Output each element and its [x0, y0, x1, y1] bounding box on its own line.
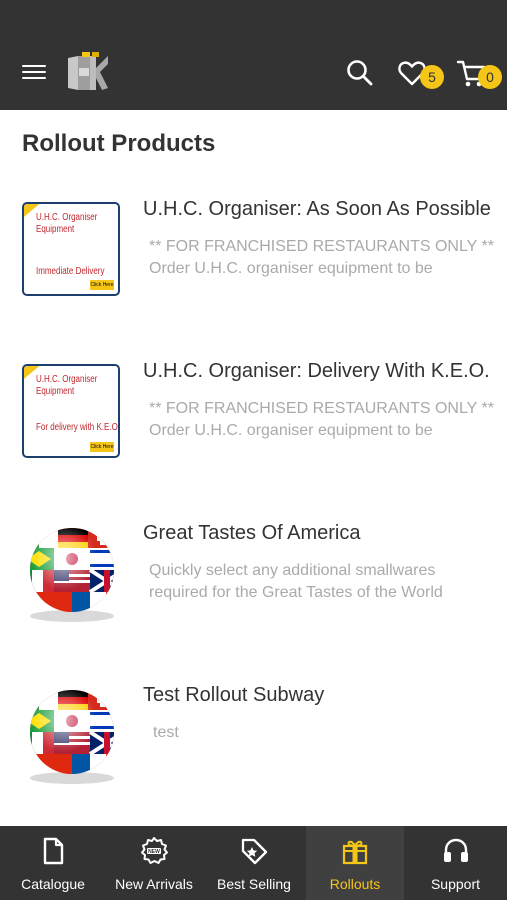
flyer-subtext: Immediate Delivery: [36, 266, 105, 277]
description-line: Order U.H.C. organiser equipment to be: [149, 260, 433, 277]
search-icon: [347, 60, 373, 86]
svg-text:NEW: NEW: [148, 849, 160, 855]
flyer-heading: U.H.C. Organiser Equipment: [36, 374, 98, 397]
product-item-uhc-keo[interactable]: U.H.C. Organiser Equipment For delivery …: [0, 360, 507, 510]
nav-label: Support: [430, 876, 481, 892]
description-line: Quickly select any additional smallwares: [149, 562, 436, 579]
description-line: Order U.H.C. organiser equipment to be: [149, 422, 433, 439]
product-thumbnail: U.H.C. Organiser Equipment Immediate Del…: [20, 200, 124, 300]
star-tag-icon: [241, 838, 268, 865]
top-app-bar: 5 0: [0, 0, 507, 110]
product-title: U.H.C. Organiser: As Soon As Possible: [143, 198, 491, 220]
flyer-subtext: For delivery with K.E.O: [36, 422, 118, 433]
product-description: ** FOR FRANCHISED RESTAURANTS ONLY ** Or…: [149, 236, 499, 280]
product-description: Quickly select any additional smallwares…: [149, 560, 499, 604]
description-line: ** FOR FRANCHISED RESTAURANTS ONLY **: [149, 238, 494, 255]
description-line: ** FOR FRANCHISED RESTAURANTS ONLY **: [149, 400, 494, 417]
nav-rollouts[interactable]: Rollouts: [306, 826, 404, 900]
flag-globe-icon: [30, 690, 114, 784]
flyer-image: U.H.C. Organiser Equipment Immediate Del…: [22, 202, 120, 296]
product-description: ** FOR FRANCHISED RESTAURANTS ONLY ** Or…: [149, 398, 499, 442]
nav-label: Catalogue: [21, 876, 85, 892]
gift-box-icon: [342, 840, 368, 865]
product-thumbnail: U.H.C. Organiser Equipment For delivery …: [20, 362, 124, 462]
cart-button[interactable]: 0: [456, 58, 506, 92]
description-line: test: [153, 724, 179, 741]
headset-icon: [443, 838, 468, 862]
nav-support[interactable]: Support: [404, 826, 507, 900]
flyer-click-tag: Click Here: [90, 442, 114, 452]
search-button[interactable]: [345, 58, 375, 88]
page-title: Rollout Products: [22, 130, 216, 157]
hk-logo-icon[interactable]: [66, 50, 110, 92]
product-title: Test Rollout Subway: [143, 684, 325, 706]
product-item-test-subway[interactable]: Test Rollout Subway test: [0, 684, 507, 834]
nav-label: New Arrivals: [115, 876, 193, 892]
new-badge-icon: NEW: [141, 837, 168, 864]
flyer-image: U.H.C. Organiser Equipment For delivery …: [22, 364, 120, 458]
nav-new-arrivals[interactable]: NEW New Arrivals: [106, 826, 202, 900]
document-icon: [43, 837, 64, 865]
nav-label: Rollouts: [329, 876, 381, 892]
hamburger-menu-icon[interactable]: [22, 62, 46, 82]
bottom-navigation: Catalogue NEW New Arrivals Best Selling …: [0, 826, 507, 900]
flag-globe-icon: [30, 528, 114, 622]
flyer-heading: U.H.C. Organiser Equipment: [36, 212, 98, 235]
product-description: test: [153, 722, 503, 744]
nav-catalogue[interactable]: Catalogue: [0, 826, 106, 900]
product-item-great-tastes[interactable]: Great Tastes Of America Quickly select a…: [0, 522, 507, 672]
wishlist-button[interactable]: 5: [397, 58, 447, 92]
product-item-uhc-asap[interactable]: U.H.C. Organiser Equipment Immediate Del…: [0, 198, 507, 348]
wishlist-count-badge: 5: [420, 65, 444, 89]
nav-label: Best Selling: [217, 876, 291, 892]
product-title: Great Tastes Of America: [143, 522, 361, 544]
nav-best-selling[interactable]: Best Selling: [202, 826, 306, 900]
flyer-click-tag: Click Here: [90, 280, 114, 290]
cart-count-badge: 0: [478, 65, 502, 89]
description-line: required for the Great Tastes of the Wor…: [149, 584, 443, 601]
product-title: U.H.C. Organiser: Delivery With K.E.O.: [143, 360, 490, 382]
